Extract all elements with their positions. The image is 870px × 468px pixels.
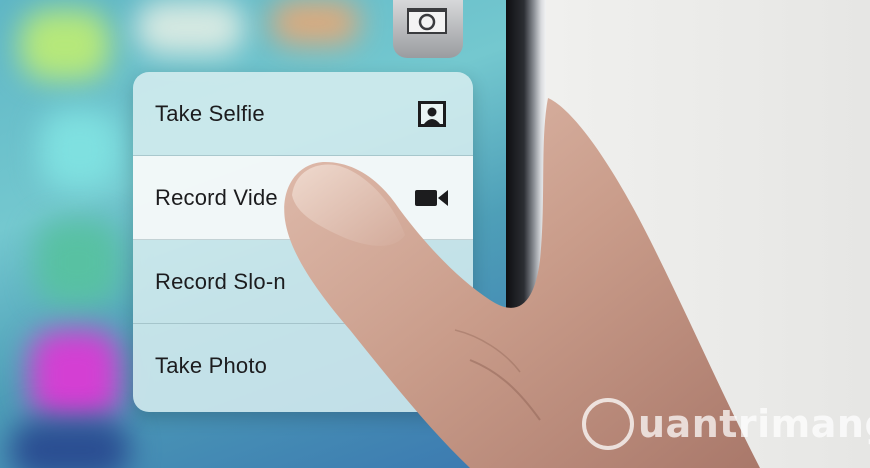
phone-edge [506,0,546,468]
camera-app-icon[interactable] [393,0,463,58]
photo-scene: Take Selfie Record Vide Record Slo-n Tak… [0,0,870,468]
menu-item-take-photo[interactable]: Take Photo [133,324,473,412]
menu-item-label: Record Vide [155,185,278,210]
quick-actions-menu: Take Selfie Record Vide Record Slo-n Tak… [133,72,473,412]
blurred-app-icon [20,10,110,80]
menu-item-label: Take Photo [155,353,268,378]
blurred-app-icon [135,0,245,55]
menu-item-label: Record Slo-n [155,269,286,294]
watermark-text: uantrimang [638,402,870,446]
blurred-app-icon [270,0,360,45]
menu-item-label: Take Selfie [155,101,265,126]
menu-item-take-selfie[interactable]: Take Selfie [133,72,473,156]
lightbulb-logo-icon [582,398,634,450]
watermark: uantrimang [582,396,870,456]
blurred-app-icon [10,420,130,468]
blurred-app-icon [30,330,120,420]
camera-glyph-icon [407,8,447,34]
front-camera-portrait-icon [418,101,446,127]
blurred-app-icon [40,110,120,190]
menu-item-record-slo-mo[interactable]: Record Slo-n [133,240,473,324]
video-camera-icon [415,190,448,206]
menu-item-record-video[interactable]: Record Vide [133,156,473,240]
blurred-app-icon [35,220,120,305]
